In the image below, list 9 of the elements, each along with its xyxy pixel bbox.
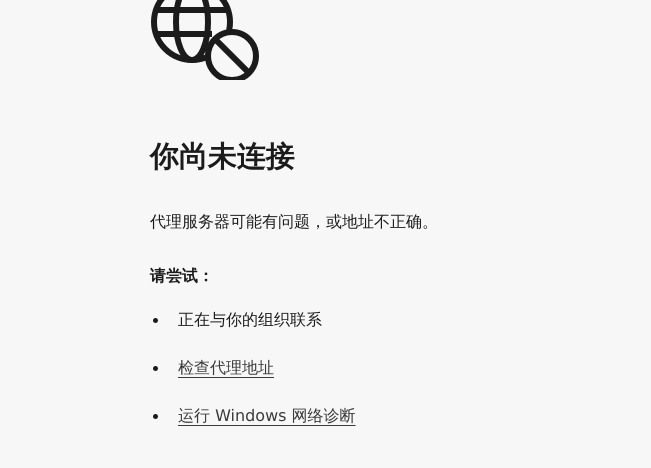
bullet-icon xyxy=(153,414,158,418)
bullet-icon xyxy=(153,318,158,322)
suggestions-heading: 请尝试： xyxy=(150,265,215,287)
page-title: 你尚未连接 xyxy=(150,138,296,175)
bullet-icon xyxy=(153,366,158,370)
error-message: 代理服务器可能有问题，或地址不正确。 xyxy=(150,211,439,233)
suggestion-link[interactable]: 运行 Windows 网络诊断 xyxy=(178,404,356,428)
suggestion-text: 正在与你的组织联系 xyxy=(178,309,322,331)
suggestion-link[interactable]: 检查代理地址 xyxy=(178,356,274,380)
